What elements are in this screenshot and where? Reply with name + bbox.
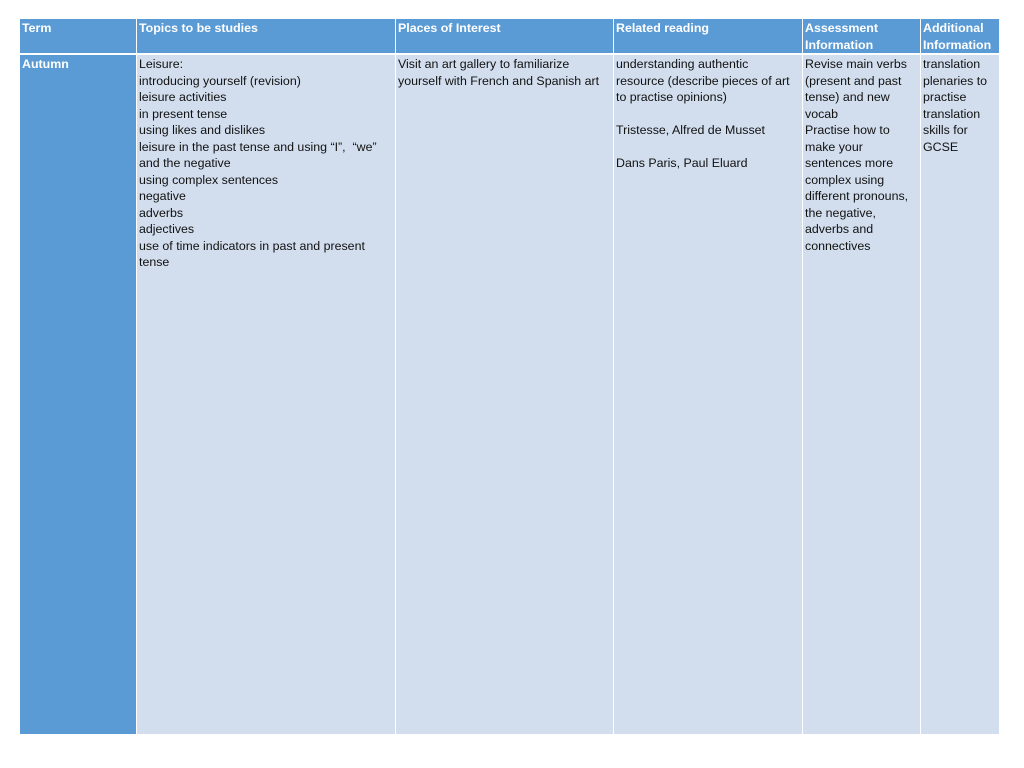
cell-line: Practise how to [805,123,890,137]
cell-line: practise [923,90,967,104]
cell-line: leisure in the past tense and using “I”,… [139,139,377,154]
cell-line: using likes and dislikes [139,123,266,137]
cell-line: to practise opinions) [616,90,727,104]
header-additional: Additional Information [920,18,1000,55]
header-places: Places of Interest [395,18,614,55]
places-cell: Visit an art gallery to familiarize yours… [395,53,614,735]
cell-line: use of time indicators in past and prese… [139,238,365,253]
cell-line: introducing yourself (revision) [139,73,301,88]
cell-line: Visit an art gallery to familiarize [398,57,570,71]
cell-line: yourself with French and Spanish art [398,73,600,88]
cell-line: adjectives [139,222,195,236]
cell-line [616,139,800,156]
header-topics: Topics to be studies [136,18,396,55]
cell-line: vocab [805,106,839,121]
term-cell: Autumn [19,53,137,735]
cell-line: resource (describe pieces of art [616,73,790,88]
header-reading: Related reading [613,18,803,55]
cell-line: sentences more [805,156,894,170]
additional-cell: translation plenaries to practise translati… [920,53,1000,735]
cell-line: Tristesse, Alfred de Musset [616,123,765,137]
cell-line: negative [139,189,186,203]
cell-line: Revise main verbs [805,57,907,71]
table-header-row: Term Topics to be studies Places of Inte… [19,18,1000,55]
cell-line: in present tense [139,106,228,121]
cell-line: adverbs and [805,222,874,236]
cell-line: different pronouns, [805,189,909,203]
cell-line: using complex sentences [139,172,279,187]
topics-cell: Leisure: introducing yourself (revision) l… [136,53,396,735]
header-term: Term [19,18,137,55]
curriculum-table: Term Topics to be studies Places of Inte… [19,18,1000,735]
cell-line: GCSE [923,139,959,154]
cell-line: plenaries to [923,73,988,88]
cell-line: translation [923,106,981,121]
reading-cell: understanding authentic resource (describ… [613,53,803,735]
header-assessment: Assessment Information [802,18,921,55]
cell-line: leisure activities [139,90,227,104]
cell-line: connectives [805,238,871,253]
table-row: Autumn Leisure: introducing yourself (rev… [19,53,1000,735]
cell-line: translation [923,57,981,71]
cell-line [616,106,800,123]
cell-line: Dans Paris, Paul Eluard [616,156,748,170]
cell-line: the negative, [805,205,876,220]
cell-line: skills for [923,123,968,137]
cell-line: make your [805,139,863,154]
cell-line: understanding authentic [616,57,749,71]
assessment-cell: Revise main verbs (present and past tense)… [802,53,921,735]
cell-line: and the negative [139,156,231,170]
cell-line: (present and past [805,73,902,88]
cell-line: complex using [805,172,885,187]
cell-line: adverbs [139,205,184,220]
cell-line: tense) and new [805,90,890,104]
cell-line: tense [139,255,170,269]
cell-line: Leisure: [139,57,184,71]
